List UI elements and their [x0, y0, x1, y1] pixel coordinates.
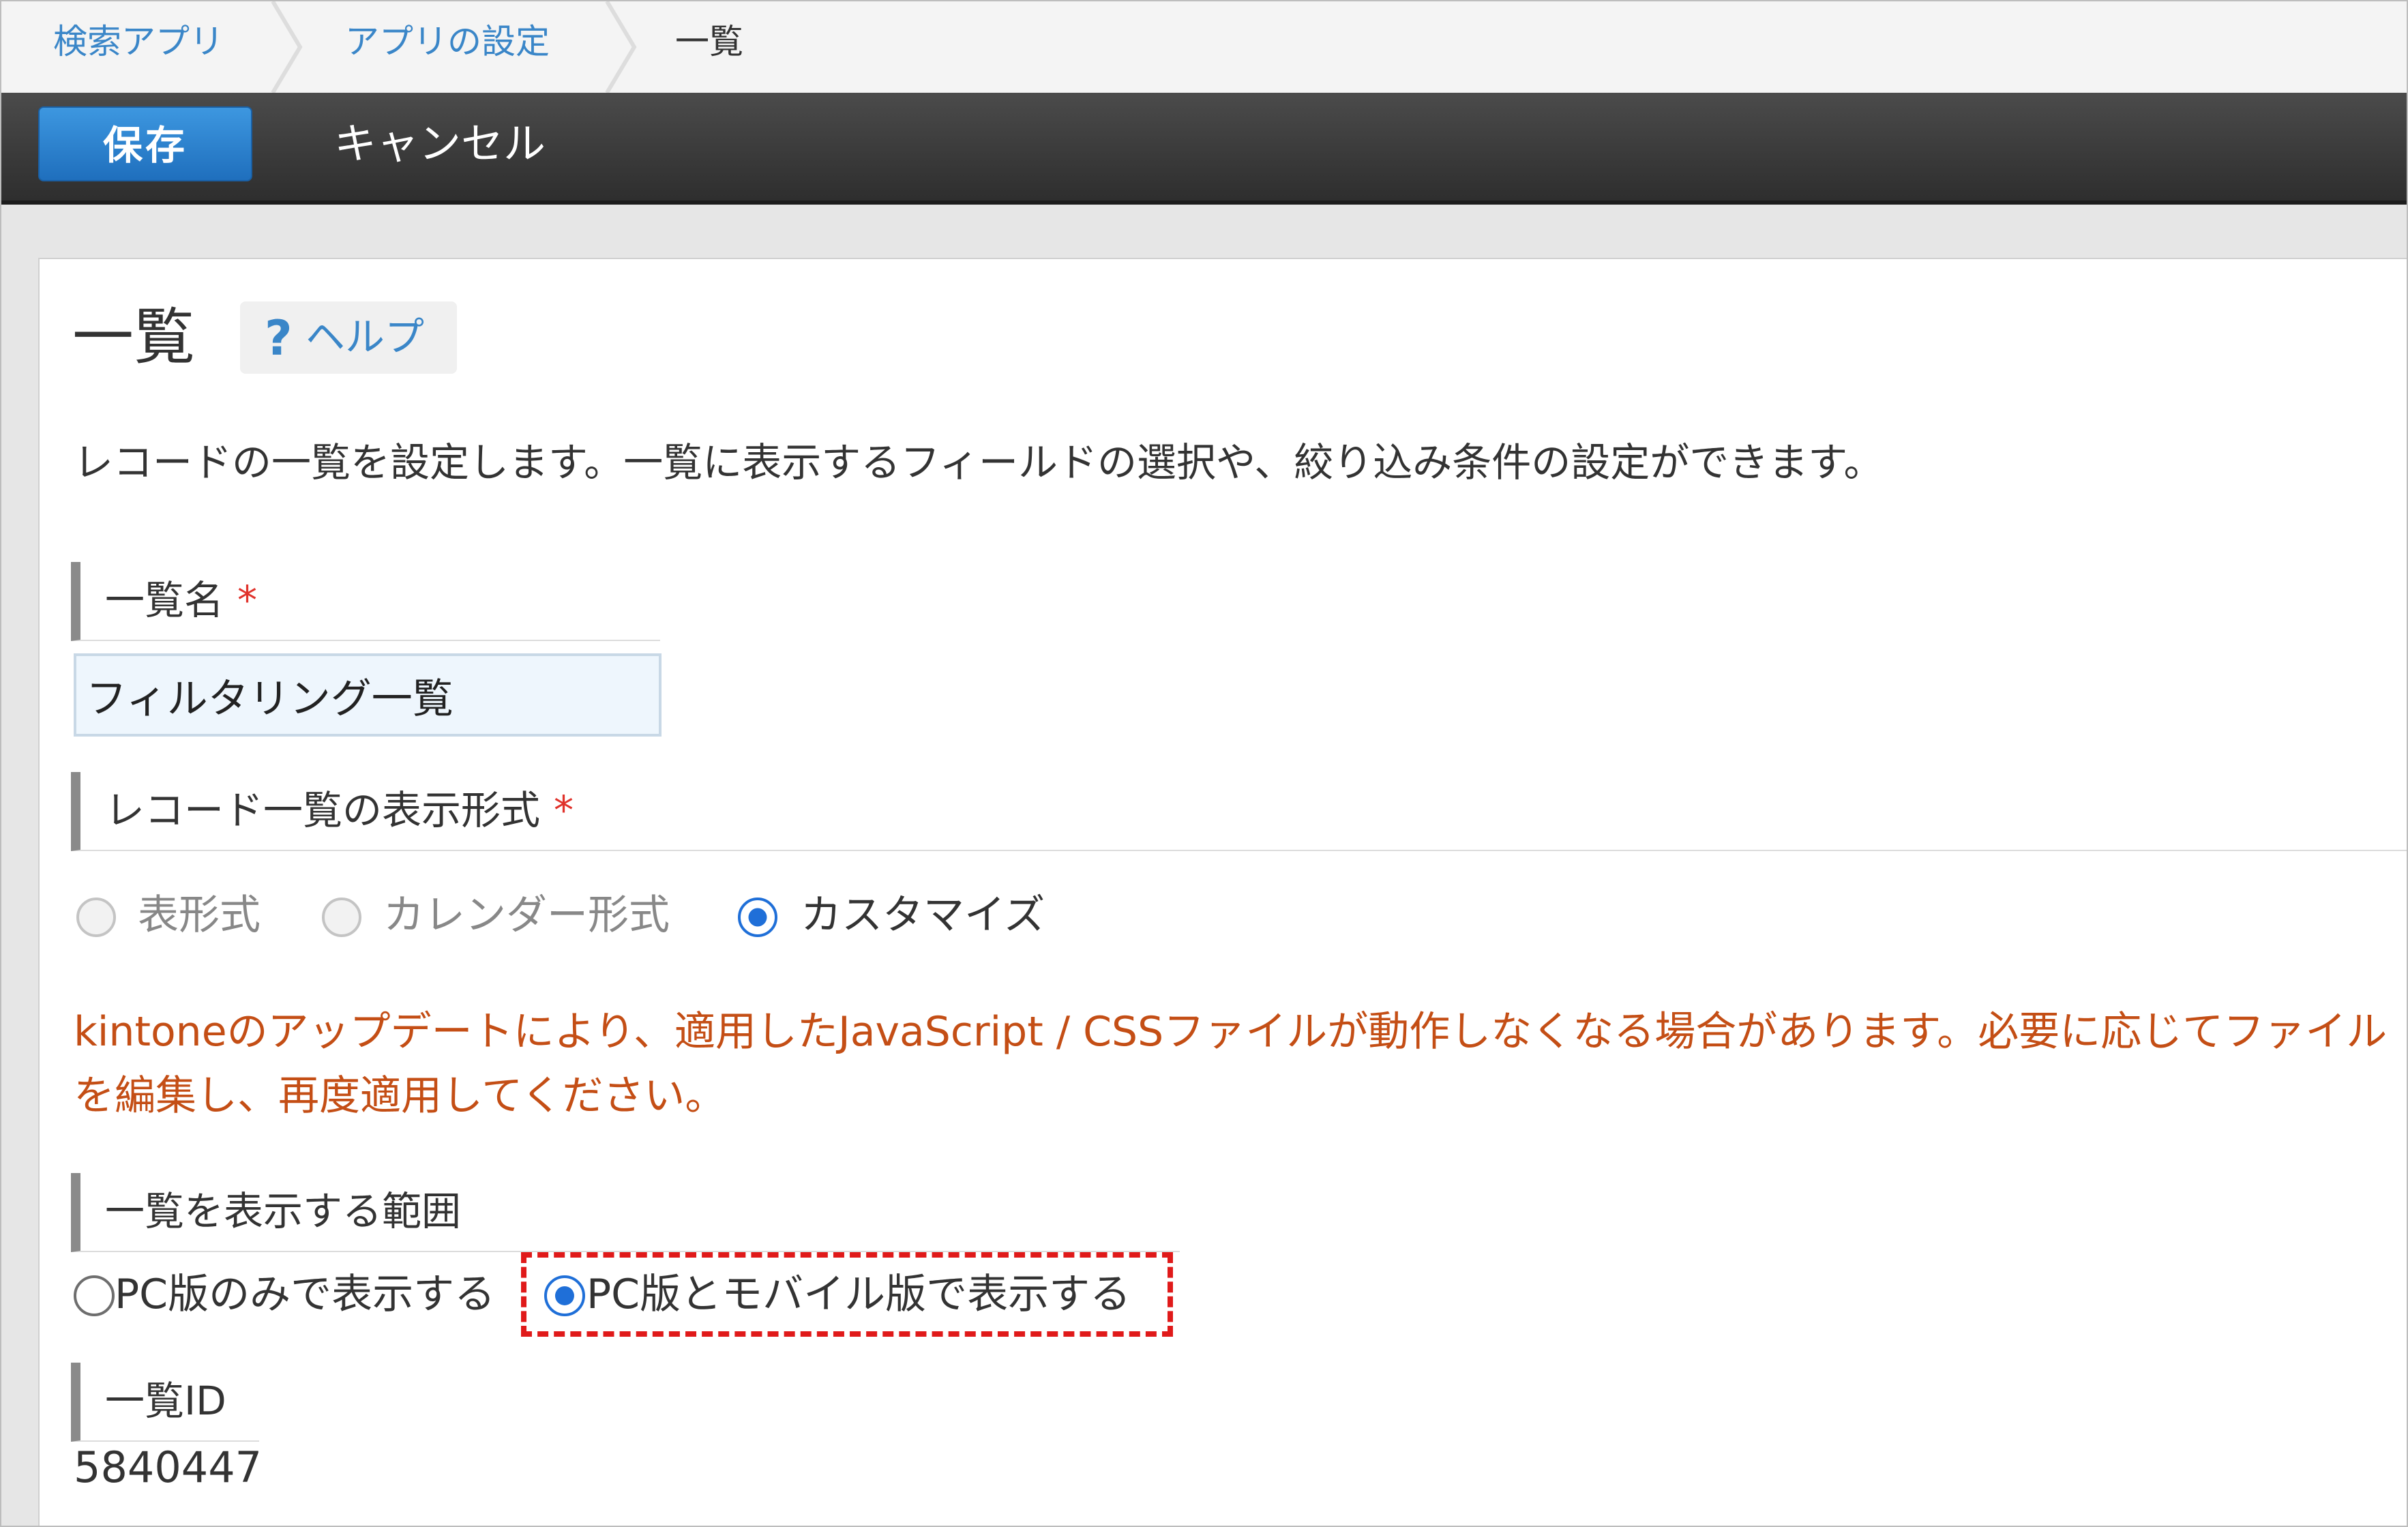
radio-label-calendar-format: カレンダー形式 — [383, 891, 670, 939]
section-heading-display-format: レコード一覧の表示形式 * — [71, 772, 2407, 851]
breadcrumb-separator-icon — [605, 1, 637, 93]
page-description: レコードの一覧を設定します。一覧に表示するフィールドの選択や、絞り込み条件の設定… — [74, 439, 1884, 486]
list-name-input[interactable] — [74, 653, 662, 737]
help-button[interactable]: ? ヘルプ — [240, 301, 457, 374]
radio-calendar-format — [322, 898, 361, 937]
radio-label-table-format: 表形式 — [138, 891, 261, 939]
breadcrumb-item-search-app[interactable]: 検索アプリ — [53, 19, 224, 64]
breadcrumb-separator-icon — [271, 1, 303, 93]
section-heading-list-id: 一覧ID — [71, 1363, 259, 1442]
section-heading-label: 一覧名 * — [105, 573, 257, 627]
cancel-button[interactable]: キャンセル — [334, 106, 546, 181]
list-id-heading-text: 一覧ID — [105, 1378, 226, 1424]
breadcrumb-item-app-settings[interactable]: アプリの設定 — [345, 19, 550, 64]
breadcrumb: 検索アプリ アプリの設定 一覧 — [1, 1, 2407, 94]
display-format-heading-text: レコード一覧の表示形式 — [105, 787, 541, 833]
help-label: ヘルプ — [306, 314, 425, 360]
display-scope-heading-text: 一覧を表示する範囲 — [105, 1188, 462, 1234]
list-name-heading-text: 一覧名 — [105, 577, 224, 623]
help-icon: ? — [265, 310, 293, 366]
radio-customize-format[interactable] — [738, 898, 777, 937]
section-heading-list-name: 一覧名 * — [71, 562, 660, 641]
app-window: 検索アプリ アプリの設定 一覧 保存 キャンセル 一覧 ? ヘルプ レコードの一… — [0, 0, 2408, 1527]
required-mark: * — [554, 787, 574, 833]
section-heading-display-scope: 一覧を表示する範囲 — [71, 1173, 1180, 1252]
highlight-annotation-box — [521, 1252, 1173, 1337]
page-title: 一覧 — [72, 301, 195, 373]
settings-panel: 一覧 ? ヘルプ レコードの一覧を設定します。一覧に表示するフィールドの選択や、… — [38, 258, 2407, 1526]
breadcrumb-item-current: 一覧 — [675, 22, 743, 61]
list-id-value: 5840447 — [74, 1442, 263, 1492]
section-heading-label: レコード一覧の表示形式 * — [105, 783, 574, 837]
radio-label-customize-format[interactable]: カスタマイズ — [801, 888, 1045, 943]
required-mark: * — [237, 577, 258, 623]
save-button[interactable]: 保存 — [38, 106, 252, 181]
radio-table-format — [76, 898, 116, 937]
toolbar: 保存 キャンセル — [1, 93, 2407, 205]
radio-label-pc-only[interactable]: PC版のみで表示する — [115, 1267, 495, 1322]
update-warning-text: kintoneのアップデートにより、適用したJavaScript / CSSファ… — [74, 1008, 2388, 1120]
radio-pc-only[interactable] — [74, 1275, 115, 1316]
